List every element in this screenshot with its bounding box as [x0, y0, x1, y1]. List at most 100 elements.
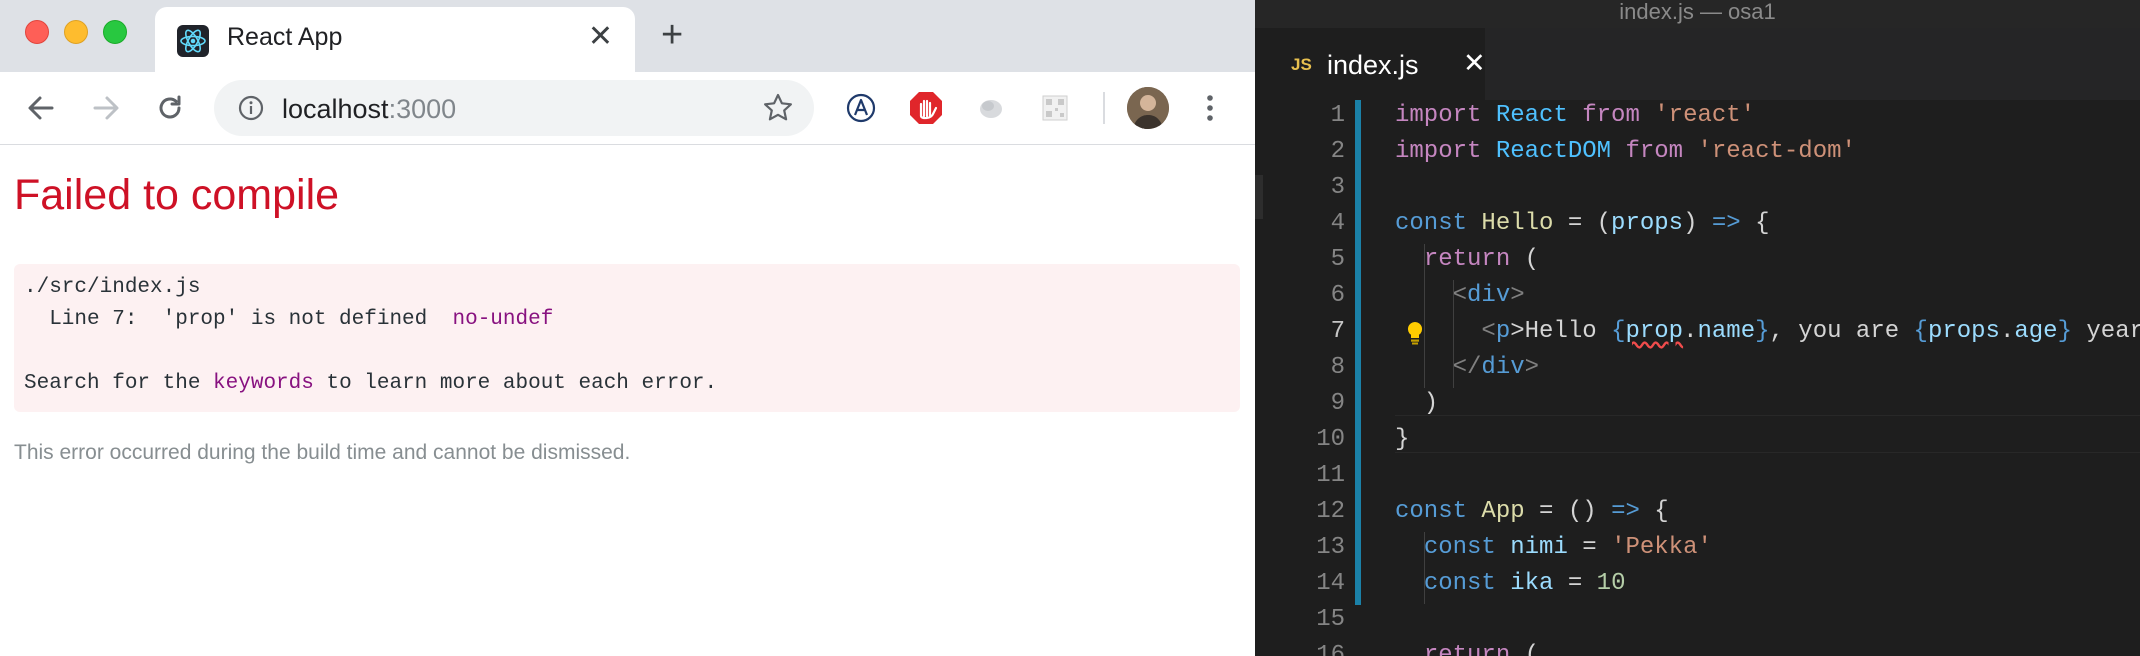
new-tab-button[interactable]: +	[661, 16, 683, 54]
more-menu-icon[interactable]	[1200, 90, 1220, 126]
line-number: 15	[1316, 606, 1345, 633]
line-number-active: 7	[1330, 318, 1345, 345]
reload-icon[interactable]	[151, 89, 189, 127]
error-message: Line 7: 'prop' is not defined no-undef	[24, 308, 553, 331]
line-number-gutter: 1 2 3 4 5 6 7 8 9 10 11 12 13 14 15 16	[1255, 100, 1355, 656]
token-function-name: Hello	[1481, 210, 1554, 237]
bookmark-star-icon[interactable]	[762, 92, 794, 124]
token-punctuation: = (	[1553, 210, 1612, 237]
address-bar[interactable]: localhost:3000	[214, 80, 814, 136]
error-file-path: ./src/index.js	[24, 276, 201, 299]
token-string: 'Pekka'	[1611, 534, 1712, 561]
token-jsx-text: >Hello	[1510, 318, 1612, 345]
profile-avatar[interactable]	[1127, 87, 1169, 129]
tab-title: React App	[227, 23, 343, 51]
token-punctuation: .	[1999, 318, 2015, 345]
token-string: 'react-dom'	[1697, 138, 1856, 165]
cloud-extension-icon[interactable]	[973, 90, 1009, 126]
token-brace: }	[2057, 318, 2072, 345]
token-punctuation: .	[1683, 318, 1698, 345]
token-keyword: const	[1395, 498, 1468, 525]
url-port: :3000	[388, 94, 457, 124]
token-identifier: props	[1927, 318, 2000, 345]
git-modified-indicator	[1355, 100, 1361, 605]
editor-tab-close-icon[interactable]: ✕	[1463, 48, 1486, 79]
translate-extension-icon[interactable]	[843, 90, 879, 126]
close-window-button[interactable]	[25, 20, 49, 44]
code-line-6: <div>	[1395, 282, 1525, 309]
token-variable: ika	[1510, 570, 1554, 597]
minimize-window-button[interactable]	[64, 20, 88, 44]
editor-tab-index-js[interactable]: JS index.js ✕	[1255, 28, 1486, 100]
line-number: 14	[1316, 570, 1345, 597]
token-arrow: =>	[1611, 498, 1640, 525]
editor-tab-bar: JS index.js ✕	[1255, 28, 2140, 100]
error-help-before: Search for the	[24, 372, 214, 395]
token-keyword: return	[1423, 642, 1511, 656]
code-line-8: </div>	[1395, 354, 1539, 381]
token-keyword: return	[1423, 246, 1511, 273]
token-punctuation: )	[1395, 390, 1439, 417]
token-operator: =	[1553, 570, 1597, 597]
line-number: 13	[1316, 534, 1345, 561]
code-area[interactable]: import React from 'react' import ReactDO…	[1395, 100, 2140, 656]
token-keyword: from	[1625, 138, 1684, 165]
line-number: 5	[1330, 246, 1345, 273]
error-line-text: Line 7: 'prop' is not defined	[24, 308, 453, 331]
token-string: 'react'	[1654, 102, 1756, 129]
token-jsx-text: , you are	[1769, 318, 1914, 345]
forward-arrow-icon[interactable]	[87, 89, 125, 127]
token-brace: {	[1611, 318, 1626, 345]
code-line-16: return (	[1395, 642, 1539, 656]
code-line-4: const Hello = (props) => {	[1395, 210, 1770, 237]
token-punctuation: (	[1510, 246, 1540, 273]
back-arrow-icon[interactable]	[22, 89, 60, 127]
token-tag-bracket: <	[1481, 318, 1496, 345]
token-tag-bracket: >	[1524, 354, 1540, 381]
token-number: 10	[1596, 570, 1626, 597]
line-number: 9	[1330, 390, 1345, 417]
line-number: 11	[1316, 462, 1345, 489]
token-tag: p	[1495, 318, 1511, 345]
tab-react-app[interactable]: React App ✕	[155, 7, 635, 72]
token-property: name	[1697, 318, 1756, 345]
token-identifier: ReactDOM	[1495, 138, 1612, 165]
error-help-after: to learn more about each error.	[313, 372, 718, 395]
adblock-extension-icon[interactable]	[908, 90, 944, 126]
token-punctuation: (	[1510, 642, 1540, 656]
token-identifier: React	[1495, 102, 1568, 129]
tab-close-icon[interactable]: ✕	[588, 19, 613, 54]
line-number: 4	[1330, 210, 1345, 237]
token-property: age	[2014, 318, 2058, 345]
code-line-10: }	[1395, 426, 1409, 453]
code-line-12: const App = () => {	[1395, 498, 1669, 525]
qr-code-extension-icon[interactable]	[1037, 90, 1073, 126]
tab-strip: React App ✕ +	[0, 0, 1255, 72]
error-help-text: Search for the keywords to learn more ab…	[24, 372, 717, 395]
token-keyword: const	[1395, 210, 1468, 237]
line-number: 1	[1330, 102, 1345, 129]
info-icon[interactable]	[238, 95, 264, 121]
zoom-window-button[interactable]	[103, 20, 127, 44]
error-title: Failed to compile	[14, 171, 340, 219]
token-operator: =	[1567, 534, 1612, 561]
javascript-file-icon: JS	[1291, 55, 1312, 74]
token-parameter: props	[1611, 210, 1684, 237]
token-tag-bracket: >	[1510, 282, 1525, 309]
token-keyword: from	[1582, 102, 1640, 129]
compile-error-overlay: Failed to compile ./src/index.js Line 7:…	[0, 145, 1255, 656]
token-brace: {	[1913, 318, 1928, 345]
token-punctuation: {	[1740, 210, 1770, 237]
line-number: 8	[1330, 354, 1345, 381]
line-number: 12	[1316, 498, 1345, 525]
